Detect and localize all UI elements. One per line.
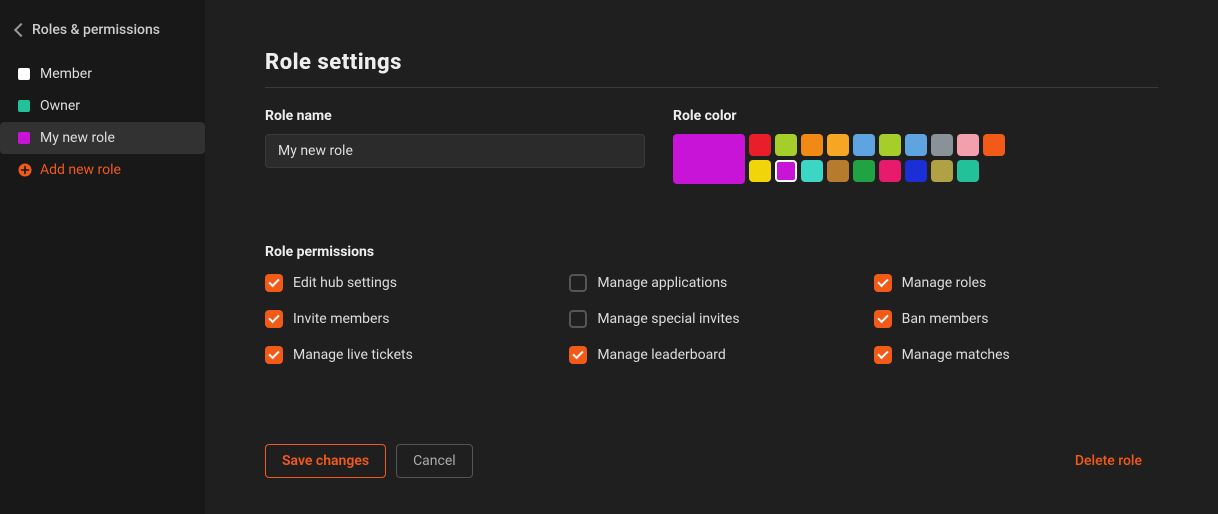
permission-label: Edit hub settings	[293, 275, 397, 291]
role-name-field: Role name	[265, 108, 645, 184]
permission-item: Invite members	[265, 310, 549, 328]
role-name-input[interactable]	[265, 134, 645, 168]
permission-label: Manage live tickets	[293, 347, 413, 363]
add-role-button[interactable]: Add new role	[0, 154, 205, 186]
sidebar-role-item[interactable]: Member	[0, 58, 205, 90]
role-color-swatch	[18, 100, 30, 112]
color-swatch[interactable]	[801, 160, 823, 182]
permission-checkbox[interactable]	[874, 274, 892, 292]
permission-label: Manage leaderboard	[597, 347, 725, 363]
sidebar-header[interactable]: Roles & permissions	[0, 16, 205, 44]
permission-checkbox[interactable]	[569, 310, 587, 328]
chevron-left-icon	[14, 23, 24, 37]
color-swatch[interactable]	[879, 160, 901, 182]
checkmark-icon	[268, 312, 279, 323]
permission-label: Invite members	[293, 311, 389, 327]
permission-item: Ban members	[874, 310, 1158, 328]
permissions-grid: Edit hub settings Manage applications Mana…	[265, 274, 1158, 364]
permission-label: Manage special invites	[597, 311, 739, 327]
color-swatch[interactable]	[749, 134, 771, 156]
permission-item: Manage matches	[874, 346, 1158, 364]
sidebar: Roles & permissions Member Owner My new ro…	[0, 0, 205, 514]
permission-label: Manage matches	[902, 347, 1010, 363]
color-swatch[interactable]	[905, 160, 927, 182]
color-swatch[interactable]	[931, 160, 953, 182]
color-swatch[interactable]	[983, 134, 1005, 156]
permission-checkbox[interactable]	[265, 274, 283, 292]
color-swatch[interactable]	[801, 134, 823, 156]
permission-checkbox[interactable]	[569, 274, 587, 292]
permission-item: Manage leaderboard	[569, 346, 853, 364]
checkmark-icon	[877, 276, 888, 287]
permission-checkbox[interactable]	[265, 310, 283, 328]
plus-circle-icon	[18, 163, 32, 177]
color-swatch[interactable]	[827, 160, 849, 182]
color-swatch[interactable]	[827, 134, 849, 156]
color-swatch[interactable]	[931, 134, 953, 156]
delete-role-button[interactable]: Delete role	[1059, 445, 1158, 477]
permission-item: Manage live tickets	[265, 346, 549, 364]
sidebar-role-item[interactable]: My new role	[0, 122, 205, 154]
color-swatch[interactable]	[775, 160, 797, 182]
color-picker	[673, 134, 1033, 184]
role-color-swatch	[18, 68, 30, 80]
sidebar-title: Roles & permissions	[32, 22, 160, 38]
role-item-label: My new role	[40, 130, 115, 146]
permission-item: Edit hub settings	[265, 274, 549, 292]
page-title: Role settings	[265, 50, 1158, 88]
color-swatch[interactable]	[957, 160, 979, 182]
color-swatch[interactable]	[853, 160, 875, 182]
color-swatch-rows	[749, 134, 1005, 184]
main-content: Role settings Role name Role color Role …	[205, 0, 1218, 514]
color-swatch[interactable]	[853, 134, 875, 156]
role-color-label: Role color	[673, 108, 1033, 124]
checkmark-icon	[268, 276, 279, 287]
permission-checkbox[interactable]	[265, 346, 283, 364]
checkmark-icon	[877, 348, 888, 359]
permission-checkbox[interactable]	[569, 346, 587, 364]
color-swatch[interactable]	[749, 160, 771, 182]
role-item-label: Member	[40, 66, 92, 82]
permission-label: Manage applications	[597, 275, 727, 291]
swatch-row	[749, 134, 1005, 156]
swatch-row	[749, 160, 1005, 182]
sidebar-role-item[interactable]: Owner	[0, 90, 205, 122]
permission-label: Manage roles	[902, 275, 987, 291]
role-item-label: Owner	[40, 98, 80, 114]
permission-item: Manage special invites	[569, 310, 853, 328]
add-role-label: Add new role	[40, 162, 121, 178]
save-button[interactable]: Save changes	[265, 444, 386, 478]
permission-item: Manage applications	[569, 274, 853, 292]
roles-list: Member Owner My new role	[0, 58, 205, 154]
color-preview	[673, 134, 745, 184]
perms-title: Role permissions	[265, 244, 1158, 260]
color-swatch[interactable]	[775, 134, 797, 156]
permission-checkbox[interactable]	[874, 310, 892, 328]
role-color-field: Role color	[673, 108, 1033, 184]
permission-item: Manage roles	[874, 274, 1158, 292]
role-color-swatch	[18, 132, 30, 144]
color-swatch[interactable]	[905, 134, 927, 156]
permission-label: Ban members	[902, 311, 989, 327]
permission-checkbox[interactable]	[874, 346, 892, 364]
color-swatch[interactable]	[879, 134, 901, 156]
settings-row: Role name Role color	[265, 108, 1158, 184]
checkmark-icon	[877, 312, 888, 323]
cancel-button[interactable]: Cancel	[396, 444, 473, 478]
checkmark-icon	[573, 348, 584, 359]
footer-actions: Save changes Cancel Delete role	[265, 444, 1158, 478]
color-swatch[interactable]	[957, 134, 979, 156]
checkmark-icon	[268, 348, 279, 359]
role-name-label: Role name	[265, 108, 645, 124]
